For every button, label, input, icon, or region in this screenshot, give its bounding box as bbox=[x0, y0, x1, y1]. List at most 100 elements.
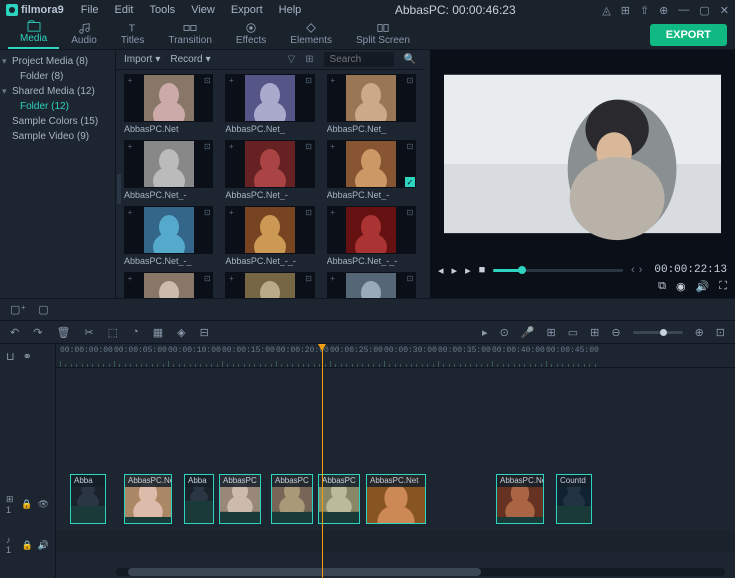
mute-icon[interactable]: 🔊 bbox=[38, 540, 49, 551]
eye-icon[interactable]: 👁 bbox=[38, 499, 49, 510]
media-item[interactable]: +⊡AbbasPC.Net_-_ bbox=[124, 206, 213, 266]
add-icon[interactable]: + bbox=[328, 75, 338, 85]
menu-view[interactable]: View bbox=[184, 2, 222, 18]
options-icon[interactable]: ⊡ bbox=[405, 141, 415, 151]
minimize-icon[interactable]: — bbox=[678, 4, 689, 16]
timeline-clip[interactable]: Abba bbox=[184, 474, 214, 524]
timeline-clip[interactable]: AbbasPC bbox=[318, 474, 360, 524]
zoom-fit-icon[interactable]: ⊡ bbox=[716, 326, 725, 339]
timeline-clip[interactable]: AbbasPC bbox=[271, 474, 313, 524]
timeline-tracks[interactable]: 00:00:00:0000:00:05:0000:00:10:0000:00:1… bbox=[56, 344, 735, 578]
media-item[interactable]: +⊡✓AbbasPC.Net_-_-_ bbox=[225, 272, 314, 298]
timeline-clip[interactable]: Countd bbox=[556, 474, 592, 524]
zoom-out-icon[interactable]: ⊖ bbox=[611, 326, 620, 339]
filter-icon[interactable]: ▽ bbox=[287, 54, 295, 65]
menu-edit[interactable]: Edit bbox=[108, 2, 141, 18]
mark-out-button[interactable]: › bbox=[639, 264, 643, 276]
search-icon[interactable]: 🔍 bbox=[404, 54, 416, 65]
tree-item[interactable]: ▾Project Media (8) bbox=[0, 54, 115, 69]
media-item[interactable]: +⊡✓AbbasPC.Net_-_-_ bbox=[124, 272, 213, 298]
add-icon[interactable]: + bbox=[226, 141, 236, 151]
lock-icon[interactable]: 🔒 bbox=[21, 499, 32, 510]
menu-help[interactable]: Help bbox=[272, 2, 309, 18]
stop-button[interactable]: ■ bbox=[479, 264, 486, 276]
snapshot-icon[interactable]: ⧉ bbox=[658, 280, 666, 293]
options-icon[interactable]: ⊡ bbox=[304, 75, 314, 85]
options-icon[interactable]: ⊡ bbox=[304, 273, 314, 283]
volume-icon[interactable]: 🔊 bbox=[696, 280, 710, 293]
prev-frame-button[interactable]: ◂ bbox=[438, 264, 444, 277]
media-item[interactable]: +⊡✓AbbasPC.Net_-+ bbox=[327, 272, 416, 298]
media-item[interactable]: +⊡AbbasPC.Net bbox=[124, 74, 213, 134]
record-vo-icon[interactable]: ⊙ bbox=[500, 326, 509, 339]
add-icon[interactable]: + bbox=[328, 207, 338, 217]
tree-item[interactable]: Folder (12) bbox=[0, 99, 115, 114]
options-icon[interactable]: ⊡ bbox=[202, 273, 212, 283]
delete-icon[interactable]: 🗑 bbox=[56, 326, 70, 339]
mixer-icon[interactable]: ⊞ bbox=[547, 326, 556, 339]
add-icon[interactable]: + bbox=[125, 207, 135, 217]
timeline-scrollbar[interactable] bbox=[116, 568, 725, 576]
media-item[interactable]: +⊡AbbasPC.Net_-_- bbox=[225, 206, 314, 266]
add-icon[interactable]: + bbox=[125, 75, 135, 85]
menu-export[interactable]: Export bbox=[224, 2, 270, 18]
add-icon[interactable]: + bbox=[328, 141, 338, 151]
media-item[interactable]: +⊡AbbasPC.Net_-_- bbox=[327, 206, 416, 266]
record-dropdown[interactable]: Record ▾ bbox=[170, 54, 210, 65]
add-icon[interactable]: + bbox=[328, 273, 338, 283]
options-icon[interactable]: ⊡ bbox=[405, 273, 415, 283]
manage-icon[interactable]: ⊞ bbox=[590, 326, 599, 339]
menu-file[interactable]: File bbox=[74, 2, 106, 18]
module-elements[interactable]: Elements bbox=[278, 20, 344, 49]
timeline-clip[interactable]: AbbasPC bbox=[219, 474, 261, 524]
video-track-1[interactable]: AbbaAbbasPC.NetAbbaAbbasPCAbbasPCAbbasPC… bbox=[56, 472, 735, 526]
options-icon[interactable]: ⊡ bbox=[202, 75, 212, 85]
close-icon[interactable]: ✕ bbox=[720, 4, 729, 17]
timeline-clip[interactable]: AbbasPC.Net bbox=[124, 474, 172, 524]
progress-bar[interactable] bbox=[493, 269, 623, 272]
options-icon[interactable]: ⊡ bbox=[405, 207, 415, 217]
lock-icon[interactable]: 🔒 bbox=[22, 540, 33, 551]
module-splitscreen[interactable]: Split Screen bbox=[344, 20, 422, 49]
add-icon[interactable]: + bbox=[226, 75, 236, 85]
new-folder-icon[interactable]: ▢⁺ bbox=[10, 303, 26, 316]
magnet-icon[interactable]: ⊔ bbox=[6, 350, 15, 363]
add-icon[interactable]: + bbox=[125, 273, 135, 283]
options-icon[interactable]: ⊡ bbox=[304, 141, 314, 151]
media-item[interactable]: +⊡✓AbbasPC.Net_- bbox=[327, 140, 416, 200]
module-effects[interactable]: Effects bbox=[224, 20, 278, 49]
timeline-ruler[interactable]: 00:00:00:0000:00:05:0000:00:10:0000:00:1… bbox=[56, 344, 735, 368]
undo-icon[interactable]: ↶ bbox=[10, 326, 19, 339]
next-frame-button[interactable]: ▸ bbox=[465, 264, 471, 277]
marker-icon[interactable]: ▸ bbox=[482, 326, 488, 339]
tree-item[interactable]: Sample Colors (15) bbox=[0, 114, 115, 129]
tree-item[interactable]: Sample Video (9) bbox=[0, 129, 115, 144]
module-transition[interactable]: Transition bbox=[156, 20, 224, 49]
greenscreen-icon[interactable]: ⊟ bbox=[200, 326, 209, 339]
zoom-in-icon[interactable]: ⊕ bbox=[695, 326, 704, 339]
fullscreen-icon[interactable]: ⛶ bbox=[719, 280, 727, 293]
module-media[interactable]: Media bbox=[8, 18, 59, 49]
play-button[interactable]: ▸ bbox=[452, 264, 458, 277]
media-item[interactable]: +⊡AbbasPC.Net_- bbox=[225, 140, 314, 200]
timeline-clip[interactable]: Abba bbox=[70, 474, 106, 524]
crop-icon[interactable]: ⬚ bbox=[108, 326, 118, 339]
options-icon[interactable]: ⊡ bbox=[304, 207, 314, 217]
export-button[interactable]: EXPORT bbox=[650, 24, 727, 46]
grid-view-icon[interactable]: ⊞ bbox=[305, 54, 313, 65]
options-icon[interactable]: ⊡ bbox=[202, 141, 212, 151]
speed-icon[interactable]: ◔ bbox=[132, 326, 139, 338]
media-item[interactable]: +⊡AbbasPC.Net_ bbox=[327, 74, 416, 134]
timeline-clip[interactable]: AbbasPC.Net bbox=[366, 474, 426, 524]
render-icon[interactable]: ▭ bbox=[568, 326, 578, 339]
mic-icon[interactable]: ⊕ bbox=[659, 4, 668, 17]
preview-viewport[interactable] bbox=[430, 50, 735, 258]
redo-icon[interactable]: ↷ bbox=[33, 326, 42, 339]
cloud-icon[interactable]: ⇧ bbox=[640, 4, 649, 17]
link-icon[interactable]: ⚭ bbox=[23, 350, 32, 363]
mic-icon[interactable]: 🎤 bbox=[521, 326, 535, 339]
tree-resize-handle[interactable] bbox=[117, 174, 121, 204]
module-titles[interactable]: TTitles bbox=[109, 20, 157, 49]
options-icon[interactable]: ⊡ bbox=[202, 207, 212, 217]
audio-track-1[interactable] bbox=[56, 530, 735, 552]
